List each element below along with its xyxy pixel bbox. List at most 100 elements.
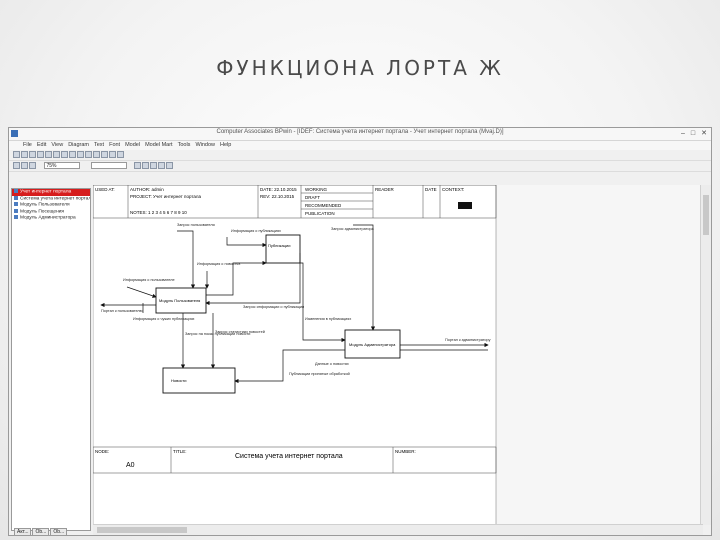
color-icon[interactable]	[158, 162, 166, 169]
box-tool-icon[interactable]	[61, 151, 68, 158]
explorer-tabs: Акт... Ob... Ob...	[14, 520, 68, 535]
footer-node-label: NODE:	[95, 449, 109, 454]
zoom-select[interactable]: 75%	[44, 162, 81, 169]
horizontal-scrollbar[interactable]	[93, 524, 703, 535]
help-icon[interactable]	[117, 151, 124, 158]
align-icon[interactable]	[166, 162, 174, 169]
diagram-canvas[interactable]: USED AT: AUTHOR: admin PROJECT: Учет инт…	[93, 185, 701, 525]
menu-item[interactable]: Font	[109, 142, 120, 148]
label-news-view-request: Запрос статистики новостей	[215, 330, 265, 334]
label-user-info: Информация о пользователе	[123, 278, 175, 282]
go-up-icon[interactable]	[93, 151, 100, 158]
menu-item[interactable]: View	[51, 142, 63, 148]
box-admin-module: Модуль Администратора	[344, 329, 401, 359]
svg-text:Новости: Новости	[171, 378, 186, 383]
new-icon[interactable]	[13, 151, 20, 158]
box-news: Новости	[162, 367, 236, 394]
toolbar-main	[9, 150, 711, 161]
activity-icon	[14, 215, 18, 219]
zoom-out-icon[interactable]	[85, 151, 92, 158]
menu-item[interactable]: Tools	[178, 142, 191, 148]
minimize-icon[interactable]: –	[681, 130, 685, 137]
toolbar-format: 75%	[9, 161, 711, 172]
box-publications: Публикации	[265, 234, 301, 264]
slide-title: ФУНКЦИОНА ЛОРТА Ж	[216, 56, 504, 80]
tree-item-label: Модуль Пользователя	[20, 202, 70, 208]
activity-icon	[14, 202, 18, 206]
tree-item[interactable]: Модуль Администратора	[12, 215, 90, 222]
open-icon[interactable]	[21, 151, 28, 158]
bpwin-window: Computer Associates BPwin - [IDEF: Систе…	[8, 127, 712, 536]
cut-icon[interactable]	[13, 162, 20, 169]
window-controls: – □ ✕	[675, 129, 707, 137]
text-tool-icon[interactable]	[53, 151, 60, 158]
header-rev: REV: 22.10.2015	[260, 194, 295, 199]
menu-item[interactable]: Edit	[37, 142, 46, 148]
svg-text:Публикации: Публикации	[268, 243, 290, 248]
activity-icon	[14, 189, 18, 193]
menu-item[interactable]: Text	[94, 142, 104, 148]
header-author: AUTHOR: admin	[130, 187, 164, 192]
header-working: WORKING	[305, 187, 327, 192]
menu-item[interactable]: Diagram	[68, 142, 89, 148]
label-user-request: Запрос пользователя	[177, 223, 215, 227]
arrow-tool-icon[interactable]	[69, 151, 76, 158]
header-reader: READER	[375, 187, 395, 192]
label-news-info: Информация о новостях	[197, 262, 240, 266]
activity-icon	[14, 208, 18, 213]
label-admin-request: Запрос администратора	[331, 227, 375, 231]
menu-item[interactable]: Window	[195, 142, 215, 148]
label-pub-changes: Изменения в публикациях	[305, 317, 351, 321]
menu-item[interactable]: Help	[220, 142, 231, 148]
close-icon[interactable]: ✕	[701, 130, 707, 137]
italic-icon[interactable]	[142, 162, 150, 169]
zoom-in-icon[interactable]	[77, 151, 84, 158]
tree-item-label: Модуль Администратора	[20, 215, 76, 221]
tab-activities[interactable]: Акт...	[14, 528, 32, 535]
tree-item-label: Модуль Посещения	[20, 208, 65, 214]
paste-icon[interactable]	[29, 162, 36, 169]
label-output-to-admin: Портал к администратору	[445, 338, 491, 342]
menu-bar: File Edit View Diagram Text Font Model Model Ma…	[9, 141, 711, 150]
font-select[interactable]	[90, 162, 127, 169]
footer-title-value: Система учета интернет портала	[235, 453, 343, 460]
vertical-scroll-thumb[interactable]	[703, 195, 709, 235]
header-used-at: USED AT:	[95, 187, 115, 192]
label-publication-info: Информация о публикациях	[231, 229, 281, 233]
menu-item[interactable]: Model Mart	[145, 142, 173, 148]
copy-icon[interactable]	[21, 162, 28, 169]
tab-objects[interactable]: Ob...	[32, 528, 50, 535]
tree-item-label: Учет интернет портала	[20, 189, 72, 195]
horizontal-scroll-thumb[interactable]	[97, 527, 187, 533]
box-user-module: Модуль Пользователя	[155, 287, 207, 314]
label-output-to-user: Портал к пользователю	[101, 309, 143, 313]
report-icon[interactable]	[109, 151, 116, 158]
vertical-scrollbar[interactable]	[700, 185, 711, 525]
header-date-col: DATE	[425, 187, 437, 192]
model-explorer-icon[interactable]	[101, 151, 108, 158]
print-icon[interactable]	[37, 151, 44, 158]
menu-item[interactable]: Model	[125, 142, 140, 148]
footer-title-label: TITLE:	[173, 449, 187, 454]
svg-text:Модуль Пользователя: Модуль Пользователя	[159, 298, 200, 303]
model-explorer: Учет интернет портала Система учета интер…	[11, 188, 91, 535]
header-publication: PUBLICATION	[305, 211, 335, 216]
header-recommended: RECOMMENDED	[305, 203, 342, 208]
select-icon[interactable]	[45, 151, 52, 158]
bold-icon[interactable]	[134, 162, 142, 169]
header-date: DATE: 22.10.2015	[260, 187, 297, 192]
label-news-data: Данные о новостях	[315, 362, 349, 366]
save-icon[interactable]	[29, 151, 36, 158]
activity-icon	[14, 195, 18, 200]
header-notes: NOTES: 1 2 3 4 5 6 7 8 9 10	[130, 210, 187, 215]
window-title: Computer Associates BPwin - [IDEF: Систе…	[216, 129, 504, 135]
tab-objects-2[interactable]: Ob...	[50, 528, 68, 535]
header-context: CONTEXT:	[442, 187, 464, 192]
idef0-diagram: USED AT: AUTHOR: admin PROJECT: Учет инт…	[93, 185, 497, 525]
maximize-icon[interactable]: □	[691, 130, 695, 137]
underline-icon[interactable]	[150, 162, 158, 169]
header-project: PROJECT: Учет интернет портала	[130, 194, 202, 199]
menu-item[interactable]: File	[23, 142, 32, 148]
tree-item-label: Система учета интернет портала	[20, 195, 90, 201]
label-info-publication-request: Запрос информации о публикации	[243, 305, 304, 309]
